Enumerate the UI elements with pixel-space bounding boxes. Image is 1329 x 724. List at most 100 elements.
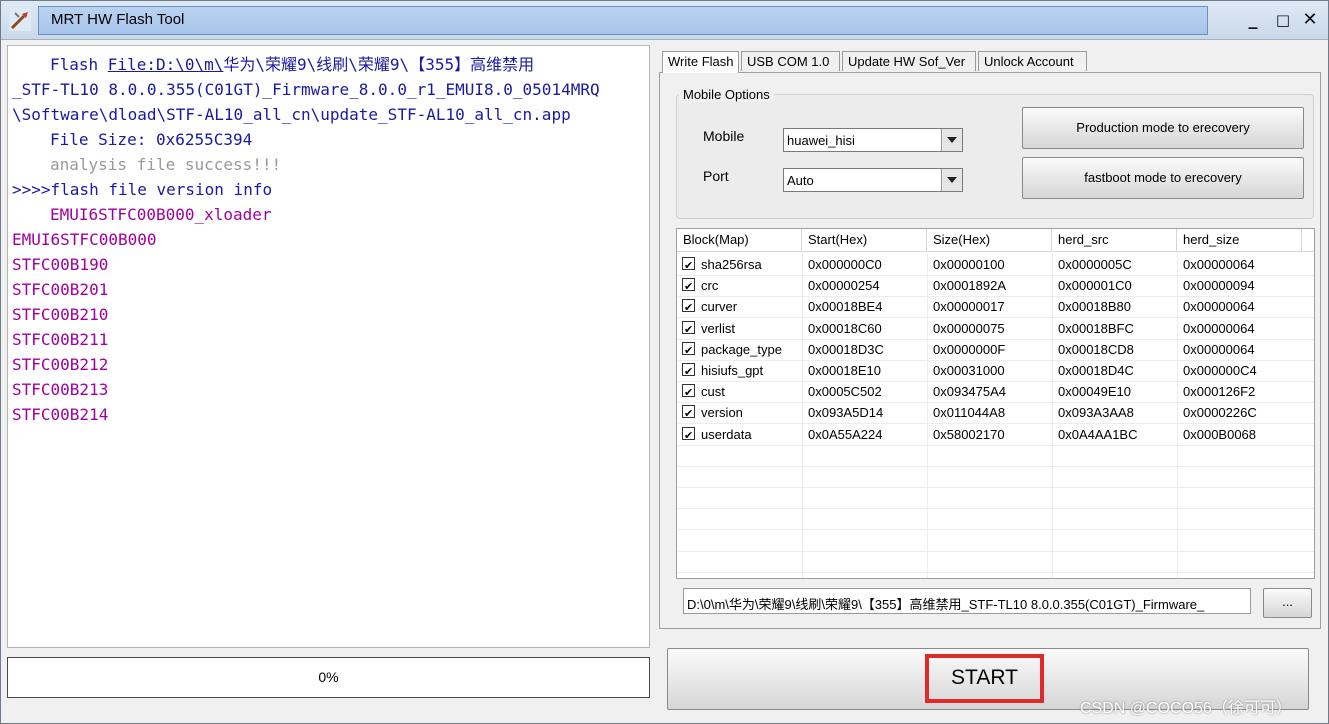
column-header-block[interactable]: Block(Map)	[677, 229, 802, 251]
block-table[interactable]: Block(Map) Start(Hex) Size(Hex) herd_src…	[676, 228, 1315, 579]
port-select[interactable]: Auto	[783, 168, 963, 192]
mobile-select[interactable]: huawei_hisi	[783, 128, 963, 152]
table-row[interactable]: verlist 0x00018C60 0x00000075 0x00018BFC 0x0…	[677, 318, 1314, 340]
log-file-link[interactable]: File:D:\0\m\	[108, 55, 224, 74]
table-cell: 0x0000005C	[1058, 257, 1132, 272]
log-line-2: _STF-TL10 8.0.0.355(C01GT)_Firmware_8.0.…	[12, 80, 600, 99]
tab-usb-com[interactable]: USB COM 1.0	[741, 51, 840, 71]
browse-button[interactable]: ...	[1263, 588, 1312, 618]
table-cell: 0x00000254	[808, 278, 880, 294]
log-analysis-status: analysis file success!!!	[50, 155, 282, 174]
port-label: Port	[703, 168, 729, 184]
table-cell: 0x0A4AA1BC	[1058, 426, 1138, 442]
table-cell: 0x000B0068	[1183, 426, 1257, 442]
close-button[interactable]: ✕	[1299, 9, 1321, 31]
row-divider	[677, 550, 1314, 552]
table-cell: 0x000001C0	[1058, 278, 1132, 294]
table-cell: 0x00018C60	[808, 320, 882, 336]
table-cell: 0x00000064	[1183, 341, 1255, 357]
log-file-size: File Size: 0x6255C394	[50, 130, 253, 149]
table-row[interactable]: sha256rsa 0x000000C0 0x00000100 0x0000005C 0…	[677, 254, 1314, 276]
log-version-item: STFC00B210	[12, 305, 109, 324]
table-cell: 0x00018B80	[1058, 299, 1132, 315]
start-button-label[interactable]: START	[925, 666, 1044, 690]
title-bar[interactable]: MRT HW Flash Tool _ □ ✕	[1, 1, 1328, 40]
table-cell: cust	[701, 384, 725, 400]
checkbox-checked[interactable]	[682, 425, 695, 446]
log-version-item: STFC00B213	[12, 380, 109, 399]
row-divider	[677, 402, 1314, 404]
checkbox-checked[interactable]	[682, 297, 695, 318]
chevron-down-icon[interactable]	[941, 129, 962, 151]
port-select-value: Auto	[787, 173, 814, 188]
row-divider	[677, 423, 1314, 425]
mobile-select-value: huawei_hisi	[787, 133, 855, 148]
row-divider	[677, 275, 1314, 276]
table-cell: verlist	[701, 320, 735, 336]
column-header-herd-src[interactable]: herd_src	[1052, 229, 1177, 251]
checkbox-checked[interactable]	[682, 403, 695, 424]
table-row[interactable]: hisiufs_gpt 0x00018E10 0x00031000 0x00018D4…	[677, 360, 1314, 382]
table-cell: 0x00000064	[1183, 320, 1255, 336]
mobile-options-title: Mobile Options	[679, 87, 774, 102]
log-line-3: \Software\dload\STF-AL10_all_cn\update_S…	[12, 105, 571, 124]
table-cell: 0x00000017	[933, 299, 1005, 315]
chevron-down-icon[interactable]	[941, 169, 962, 191]
table-cell: 0x093A5D14	[808, 405, 884, 421]
checkbox-checked[interactable]	[682, 276, 695, 297]
file-path-text: D:\0\m\华为\荣耀9\线刷\荣耀9\【355】高维禁用_STF-TL10 …	[687, 597, 1205, 612]
log-panel[interactable]: Flash File:D:\0\m\华为\荣耀9\线刷\荣耀9\【355】高维禁…	[7, 45, 650, 648]
log-file-path-rest: 华为\荣耀9\线刷\荣耀9\【355】高维禁用	[223, 55, 535, 74]
row-divider	[677, 444, 1314, 446]
table-cell: 0x00000064	[1183, 299, 1255, 315]
checkbox-checked[interactable]	[682, 340, 695, 361]
tab-write-flash[interactable]: Write Flash	[662, 51, 739, 73]
table-cell: 0x0000226C	[1183, 405, 1257, 421]
checkbox-checked[interactable]	[682, 361, 695, 382]
table-cell: sha256rsa	[701, 257, 762, 272]
log-version-item: STFC00B190	[12, 255, 109, 274]
table-cell: crc	[701, 278, 719, 294]
column-header-size[interactable]: Size(Hex)	[927, 229, 1052, 251]
column-header-start[interactable]: Start(Hex)	[802, 229, 927, 251]
minimize-button[interactable]: _	[1242, 9, 1264, 31]
maximize-button[interactable]: □	[1272, 9, 1294, 31]
tab-unlock-account[interactable]: Unlock Account	[978, 51, 1087, 71]
fastboot-mode-button[interactable]: fastboot mode to erecovery	[1022, 157, 1304, 199]
tab-update-hw-sof-ver[interactable]: Update HW Sof_Ver	[842, 51, 976, 71]
table-header: Block(Map) Start(Hex) Size(Hex) herd_src…	[677, 229, 1314, 252]
table-cell: 0x000126F2	[1183, 384, 1256, 400]
row-divider	[677, 571, 1314, 573]
column-header-herd-size[interactable]: herd_size	[1177, 229, 1302, 251]
table-row[interactable]: package_type 0x00018D3C 0x0000000F 0x00018C…	[677, 339, 1314, 361]
progress-text: 0%	[318, 669, 339, 685]
table-cell: 0x011044A8	[933, 405, 1006, 421]
row-divider	[677, 317, 1314, 319]
table-row[interactable]: userdata 0x0A55A224 0x58002170 0x0A4AA1BC 0x…	[677, 424, 1314, 446]
table-cell: 0x0001892A	[933, 278, 1007, 294]
table-cell: 0x58002170	[933, 426, 1005, 442]
table-cell: 0x00018E10	[808, 363, 882, 378]
table-cell: 0x000000C4	[1183, 363, 1257, 378]
app-icon	[9, 9, 31, 31]
checkbox-checked[interactable]	[682, 382, 695, 403]
table-cell: 0x00000094	[1183, 278, 1255, 294]
checkbox-checked[interactable]	[682, 319, 695, 340]
table-cell: curver	[701, 299, 738, 315]
table-cell: 0x00049E10	[1058, 384, 1132, 400]
checkbox-checked[interactable]	[682, 255, 695, 276]
table-row[interactable]: version 0x093A5D14 0x011044A8 0x093A3AA8 0x0…	[677, 402, 1314, 424]
table-row[interactable]: curver 0x00018BE4 0x00000017 0x00018B80 0x00…	[677, 296, 1314, 318]
log-version-item: STFC00B211	[12, 330, 109, 349]
table-cell: 0x00018CD8	[1058, 341, 1134, 357]
table-row[interactable]: crc 0x00000254 0x0001892A 0x000001C0 0x00000…	[677, 275, 1314, 297]
log-flash-file: Flash File:D:\0\m\华为\荣耀9\线刷\荣耀9\【355】高维禁…	[50, 54, 534, 76]
table-row[interactable]: cust 0x0005C502 0x093475A4 0x00049E10 0x0001…	[677, 381, 1314, 403]
file-path-field[interactable]: D:\0\m\华为\荣耀9\线刷\荣耀9\【355】高维禁用_STF-TL10 …	[683, 588, 1251, 614]
table-cell: 0x00018BFC	[1058, 320, 1134, 336]
watermark: CSDN @COCO56（徐可可）	[1080, 700, 1292, 717]
progress-bar: 0%	[7, 657, 650, 698]
production-mode-button[interactable]: Production mode to erecovery	[1022, 107, 1304, 149]
table-cell: 0x0A55A224	[808, 426, 883, 442]
row-divider	[677, 296, 1314, 298]
